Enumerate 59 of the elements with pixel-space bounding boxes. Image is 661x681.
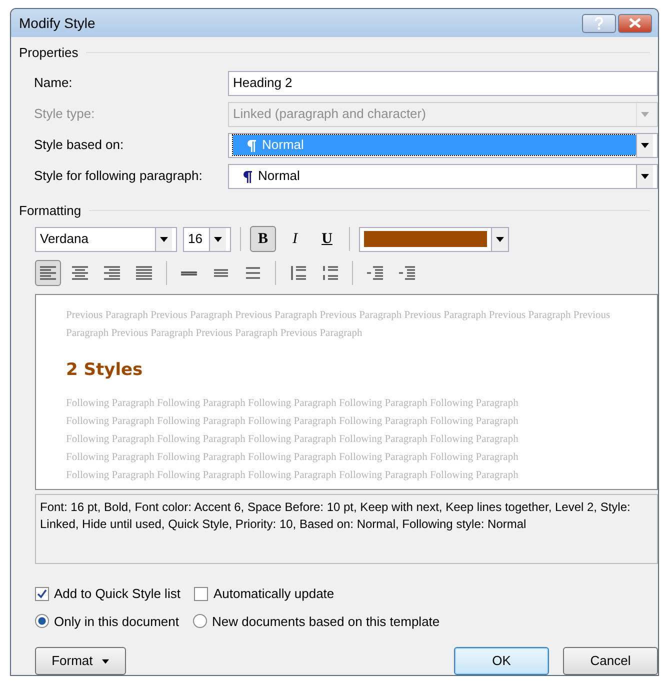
pilcrow-icon — [247, 140, 256, 152]
font-dropdown[interactable]: Verdana — [35, 226, 177, 252]
caret-icon — [641, 112, 649, 116]
preview-heading: 2 Styles — [66, 359, 144, 381]
single-spacing-icon — [181, 270, 197, 276]
color-dropdown[interactable] — [359, 226, 509, 252]
caret-icon — [496, 236, 504, 242]
format-menu-button[interactable]: Format — [35, 647, 126, 675]
preview-text: Following Paragraph Following Paragraph Following Paragraph Following Paragraph Following Paragraph — [66, 469, 520, 483]
align-left-icon — [38, 264, 58, 282]
italic-button[interactable]: I — [282, 226, 308, 252]
underline-button[interactable]: U — [314, 226, 340, 252]
field-label: Name: — [34, 74, 74, 92]
caret-icon — [641, 142, 649, 148]
bold-button[interactable]: B — [250, 226, 276, 252]
group-heading: Formatting — [19, 202, 82, 220]
style-description: Font: 16 pt, Bold, Font color: Accent 6, Space Before: 10 pt, Keep with next, Keep lines together, Level 2, Style: Linked, Hide until used, Quick Style, Priority: 10, Based on: Normal, Following style: Normal — [35, 494, 658, 564]
preview-text: Following Paragraph Following Paragraph Following Paragraph Following Paragraph Following Paragraph — [66, 397, 520, 411]
style-dropdown[interactable]: Normal — [228, 164, 658, 188]
field-label: Style type: — [34, 105, 96, 124]
align-left-button[interactable] — [35, 260, 61, 286]
space-decrease-icon — [320, 264, 340, 282]
close-icon — [629, 18, 641, 28]
justify-icon — [134, 264, 154, 282]
caret-icon — [214, 236, 222, 242]
ok-button[interactable]: OK — [454, 647, 549, 675]
help-button[interactable] — [582, 14, 616, 32]
name-field[interactable]: Heading 2 — [228, 70, 658, 96]
field-label: Style for following paragraph: — [34, 167, 204, 186]
radio-label: New documents based on this template — [212, 612, 440, 631]
checkbox[interactable] — [194, 586, 208, 601]
caret-icon — [102, 659, 110, 664]
pilcrow-icon — [243, 170, 252, 183]
space-increase-icon — [288, 264, 308, 282]
align-right-icon — [102, 264, 122, 282]
preview-text: Following Paragraph Following Paragraph Following Paragraph Following Paragraph Following Paragraph — [66, 415, 520, 429]
caret-icon — [160, 236, 168, 242]
radio-button[interactable] — [193, 614, 208, 628]
align-center-icon — [70, 264, 90, 282]
check-icon — [37, 588, 47, 599]
group-heading: Properties — [19, 44, 78, 62]
radio-label: Only in this document — [54, 612, 180, 631]
indent-increase-icon — [397, 264, 417, 282]
checkbox-label: Add to Quick Style list — [54, 585, 180, 603]
cancel-button[interactable]: Cancel — [563, 647, 658, 675]
preview-text: Following Paragraph Following Paragraph Following Paragraph Following Paragraph Following Paragraph — [66, 451, 520, 465]
checkbox[interactable] — [35, 586, 49, 601]
radio-button[interactable] — [35, 614, 49, 628]
window-title: Modify Style — [19, 14, 96, 33]
preview-text: Previous Paragraph Previous Paragraph Previous Paragraph Previous Paragraph Previous Paragraph Previous Paragraph Previous Paragraph Previous Paragraph Previous Paragraph Previous Paragraph — [66, 309, 612, 341]
indent-decrease-icon — [365, 264, 385, 282]
double-spacing-icon — [243, 264, 263, 282]
checkbox-label: Automatically update — [213, 585, 334, 603]
size-dropdown[interactable]: 16 — [183, 226, 231, 252]
close-button[interactable] — [618, 14, 652, 32]
preview-text: Following Paragraph Following Paragraph Following Paragraph Following Paragraph Following Paragraph — [66, 433, 520, 447]
help-icon — [594, 16, 604, 30]
field-label: Style based on: — [34, 136, 125, 154]
caret-icon — [641, 174, 649, 178]
